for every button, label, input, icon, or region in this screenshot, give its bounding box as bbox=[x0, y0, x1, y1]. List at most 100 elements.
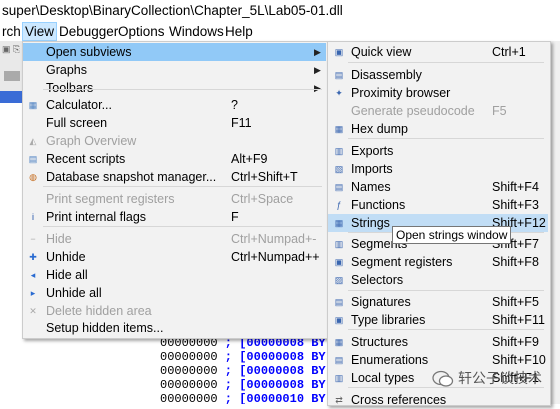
menu-item-label: Strings bbox=[351, 216, 390, 230]
menu-item-label: Hide all bbox=[46, 268, 88, 282]
subview-generate-pseudocode: Generate pseudocode F5 bbox=[328, 102, 548, 120]
menu-item-shortcut: Ctrl+Space bbox=[231, 192, 294, 206]
menu-debugger[interactable]: Debugger bbox=[57, 23, 120, 40]
subview-structures[interactable]: ▦ Structures Shift+F9 bbox=[328, 333, 548, 351]
menu-item-label: Graphs bbox=[46, 63, 87, 77]
menu-help[interactable]: Help bbox=[223, 23, 255, 40]
menu-item-label: Print segment registers bbox=[46, 192, 175, 206]
subview-exports[interactable]: ▥ Exports bbox=[328, 142, 548, 160]
info-icon: i bbox=[32, 212, 34, 222]
menu-search[interactable]: rch bbox=[0, 23, 23, 40]
menu-item-label: Print internal flags bbox=[46, 210, 147, 224]
unhide-all-icon: ▸ bbox=[30, 288, 36, 298]
subview-imports[interactable]: ▧ Imports bbox=[328, 160, 548, 178]
proximity-icon: ✦ bbox=[335, 88, 343, 98]
menu-item-label: Hide bbox=[46, 232, 72, 246]
tooltip: Open strings window bbox=[392, 226, 512, 244]
menu-item-label: Imports bbox=[351, 162, 393, 176]
strings-icon: ▦ bbox=[334, 218, 344, 228]
menu-bar: rch View Debugger Options Windows Help bbox=[0, 22, 560, 41]
view-menu-unhide[interactable]: ✚ Unhide Ctrl+Numpad++ bbox=[23, 248, 326, 266]
menu-item-label: Hex dump bbox=[351, 122, 408, 136]
view-menu-recent-scripts[interactable]: ▤ Recent scripts Alt+F9 bbox=[23, 150, 326, 168]
menu-item-label: Database snapshot manager... bbox=[46, 170, 217, 184]
listing-row[interactable]: 00000000 ; [00000008 BY bbox=[160, 378, 328, 392]
subview-segment-registers[interactable]: ▣ Segment registers Shift+F8 bbox=[328, 253, 548, 271]
menu-item-shortcut: Ctrl+1 bbox=[492, 45, 526, 59]
menu-item-shortcut: Ctrl+Shift+T bbox=[231, 170, 298, 184]
view-menu-unhide-all[interactable]: ▸ Unhide all bbox=[23, 284, 326, 302]
menu-windows[interactable]: Windows bbox=[167, 23, 226, 40]
subview-disassembly[interactable]: ▤ Disassembly bbox=[328, 66, 548, 84]
view-menu-print-internal-flags[interactable]: i Print internal flags F bbox=[23, 208, 326, 226]
plus-icon: ✚ bbox=[29, 252, 37, 262]
view-menu-graphs[interactable]: Graphs ▶ bbox=[23, 61, 326, 79]
menu-item-label: Names bbox=[351, 180, 391, 194]
menu-item-label: Cross references bbox=[351, 393, 447, 407]
menu-separator bbox=[348, 138, 544, 139]
menu-item-label: Quick view bbox=[351, 45, 412, 59]
menu-item-label: Delete hidden area bbox=[46, 304, 152, 318]
menu-separator bbox=[348, 62, 544, 63]
submenu-arrow-icon: ▶ bbox=[314, 83, 321, 93]
menu-item-label: Full screen bbox=[46, 116, 108, 130]
view-menu-setup-hidden-items[interactable]: Setup hidden items... bbox=[23, 319, 326, 337]
toolbar-button[interactable] bbox=[4, 71, 20, 81]
listing-row[interactable]: 00000000 ; [00000008 BY bbox=[160, 364, 328, 378]
listing-row[interactable]: 00000000 ; [00000010 BY bbox=[160, 392, 328, 404]
menu-item-label: Graph Overview bbox=[46, 134, 137, 148]
signatures-icon: ▤ bbox=[334, 297, 344, 307]
menu-separator bbox=[348, 329, 544, 330]
menu-item-shortcut: Shift+F5 bbox=[492, 295, 539, 309]
listing-address: 00000000 bbox=[160, 350, 218, 364]
listing-address: 00000000 bbox=[160, 392, 218, 404]
listing-comment: ; [00000008 BY bbox=[217, 364, 326, 378]
view-menu-full-screen[interactable]: Full screen F11 bbox=[23, 114, 326, 132]
tooltip-text: Open strings window bbox=[396, 228, 508, 242]
menu-item-shortcut: F11 bbox=[231, 116, 252, 130]
graph-overview-icon: ◭ bbox=[29, 136, 37, 146]
listing-comment: ; [00000010 BY bbox=[217, 392, 326, 404]
menu-separator bbox=[43, 89, 322, 90]
exports-icon: ▥ bbox=[334, 146, 344, 156]
listing-row[interactable]: 00000000 ; [00000008 BY bbox=[160, 350, 328, 364]
subview-proximity-browser[interactable]: ✦ Proximity browser bbox=[328, 84, 548, 102]
subview-names[interactable]: ▤ Names Shift+F4 bbox=[328, 178, 548, 196]
menu-item-label: Functions bbox=[351, 198, 406, 212]
menu-item-label: Calculator... bbox=[46, 98, 113, 112]
disassembly-listing[interactable]: 00000000 ; [00000008 BY 00000000 ; [00000… bbox=[160, 336, 328, 404]
segments-icon: ▥ bbox=[334, 239, 344, 249]
view-menu-open-subviews[interactable]: Open subviews ▶ bbox=[23, 43, 326, 61]
view-menu-database-snapshot-manager[interactable]: ◍ Database snapshot manager... Ctrl+Shift+… bbox=[23, 168, 326, 186]
menu-view[interactable]: View bbox=[22, 22, 58, 41]
view-menu-calculator[interactable]: ▦ Calculator...? bbox=[23, 96, 326, 114]
view-menu-graph-overview: ◭ Graph Overview bbox=[23, 132, 326, 150]
view-menu-hide-all[interactable]: ◂ Hide all bbox=[23, 266, 326, 284]
navigation-band[interactable] bbox=[0, 91, 24, 103]
subview-signatures[interactable]: ▤ Signatures Shift+F5 bbox=[328, 293, 548, 311]
menu-item-label: Proximity browser bbox=[351, 86, 451, 100]
menu-separator bbox=[348, 290, 544, 291]
subview-quick-view[interactable]: ▣ Quick view Ctrl+1 bbox=[328, 43, 548, 61]
hex-icon: ▦ bbox=[334, 124, 344, 134]
menu-item-shortcut: Shift+F3 bbox=[492, 198, 539, 212]
subview-hex-dump[interactable]: ▦ Hex dump bbox=[328, 120, 548, 138]
menu-separator bbox=[43, 186, 322, 187]
toolbar-icon[interactable]: ▣ ⎘ bbox=[2, 44, 20, 55]
view-menu-toolbars[interactable]: Toolbars ▶ bbox=[23, 79, 326, 97]
quick-view-icon: ▣ bbox=[334, 47, 344, 57]
subview-type-libraries[interactable]: ▣ Type libraries Shift+F11 bbox=[328, 311, 548, 329]
subview-selectors[interactable]: ▨ Selectors bbox=[328, 271, 548, 289]
subview-functions[interactable]: ƒ Functions Shift+F3 bbox=[328, 196, 548, 214]
menu-separator bbox=[43, 226, 322, 227]
names-icon: ▤ bbox=[334, 182, 344, 192]
subview-cross-references[interactable]: ⇄ Cross references bbox=[328, 391, 548, 409]
listing-address: 00000000 bbox=[160, 364, 218, 378]
menu-item-label: Generate pseudocode bbox=[351, 104, 475, 118]
minus-icon: − bbox=[30, 234, 36, 244]
title-bar: super\Desktop\BinaryCollection\Chapter_5… bbox=[0, 0, 560, 22]
menu-item-shortcut: Shift+F8 bbox=[492, 255, 539, 269]
menu-item-label: Type libraries bbox=[351, 313, 426, 327]
hide-all-icon: ◂ bbox=[30, 270, 36, 280]
menu-options[interactable]: Options bbox=[116, 23, 167, 40]
